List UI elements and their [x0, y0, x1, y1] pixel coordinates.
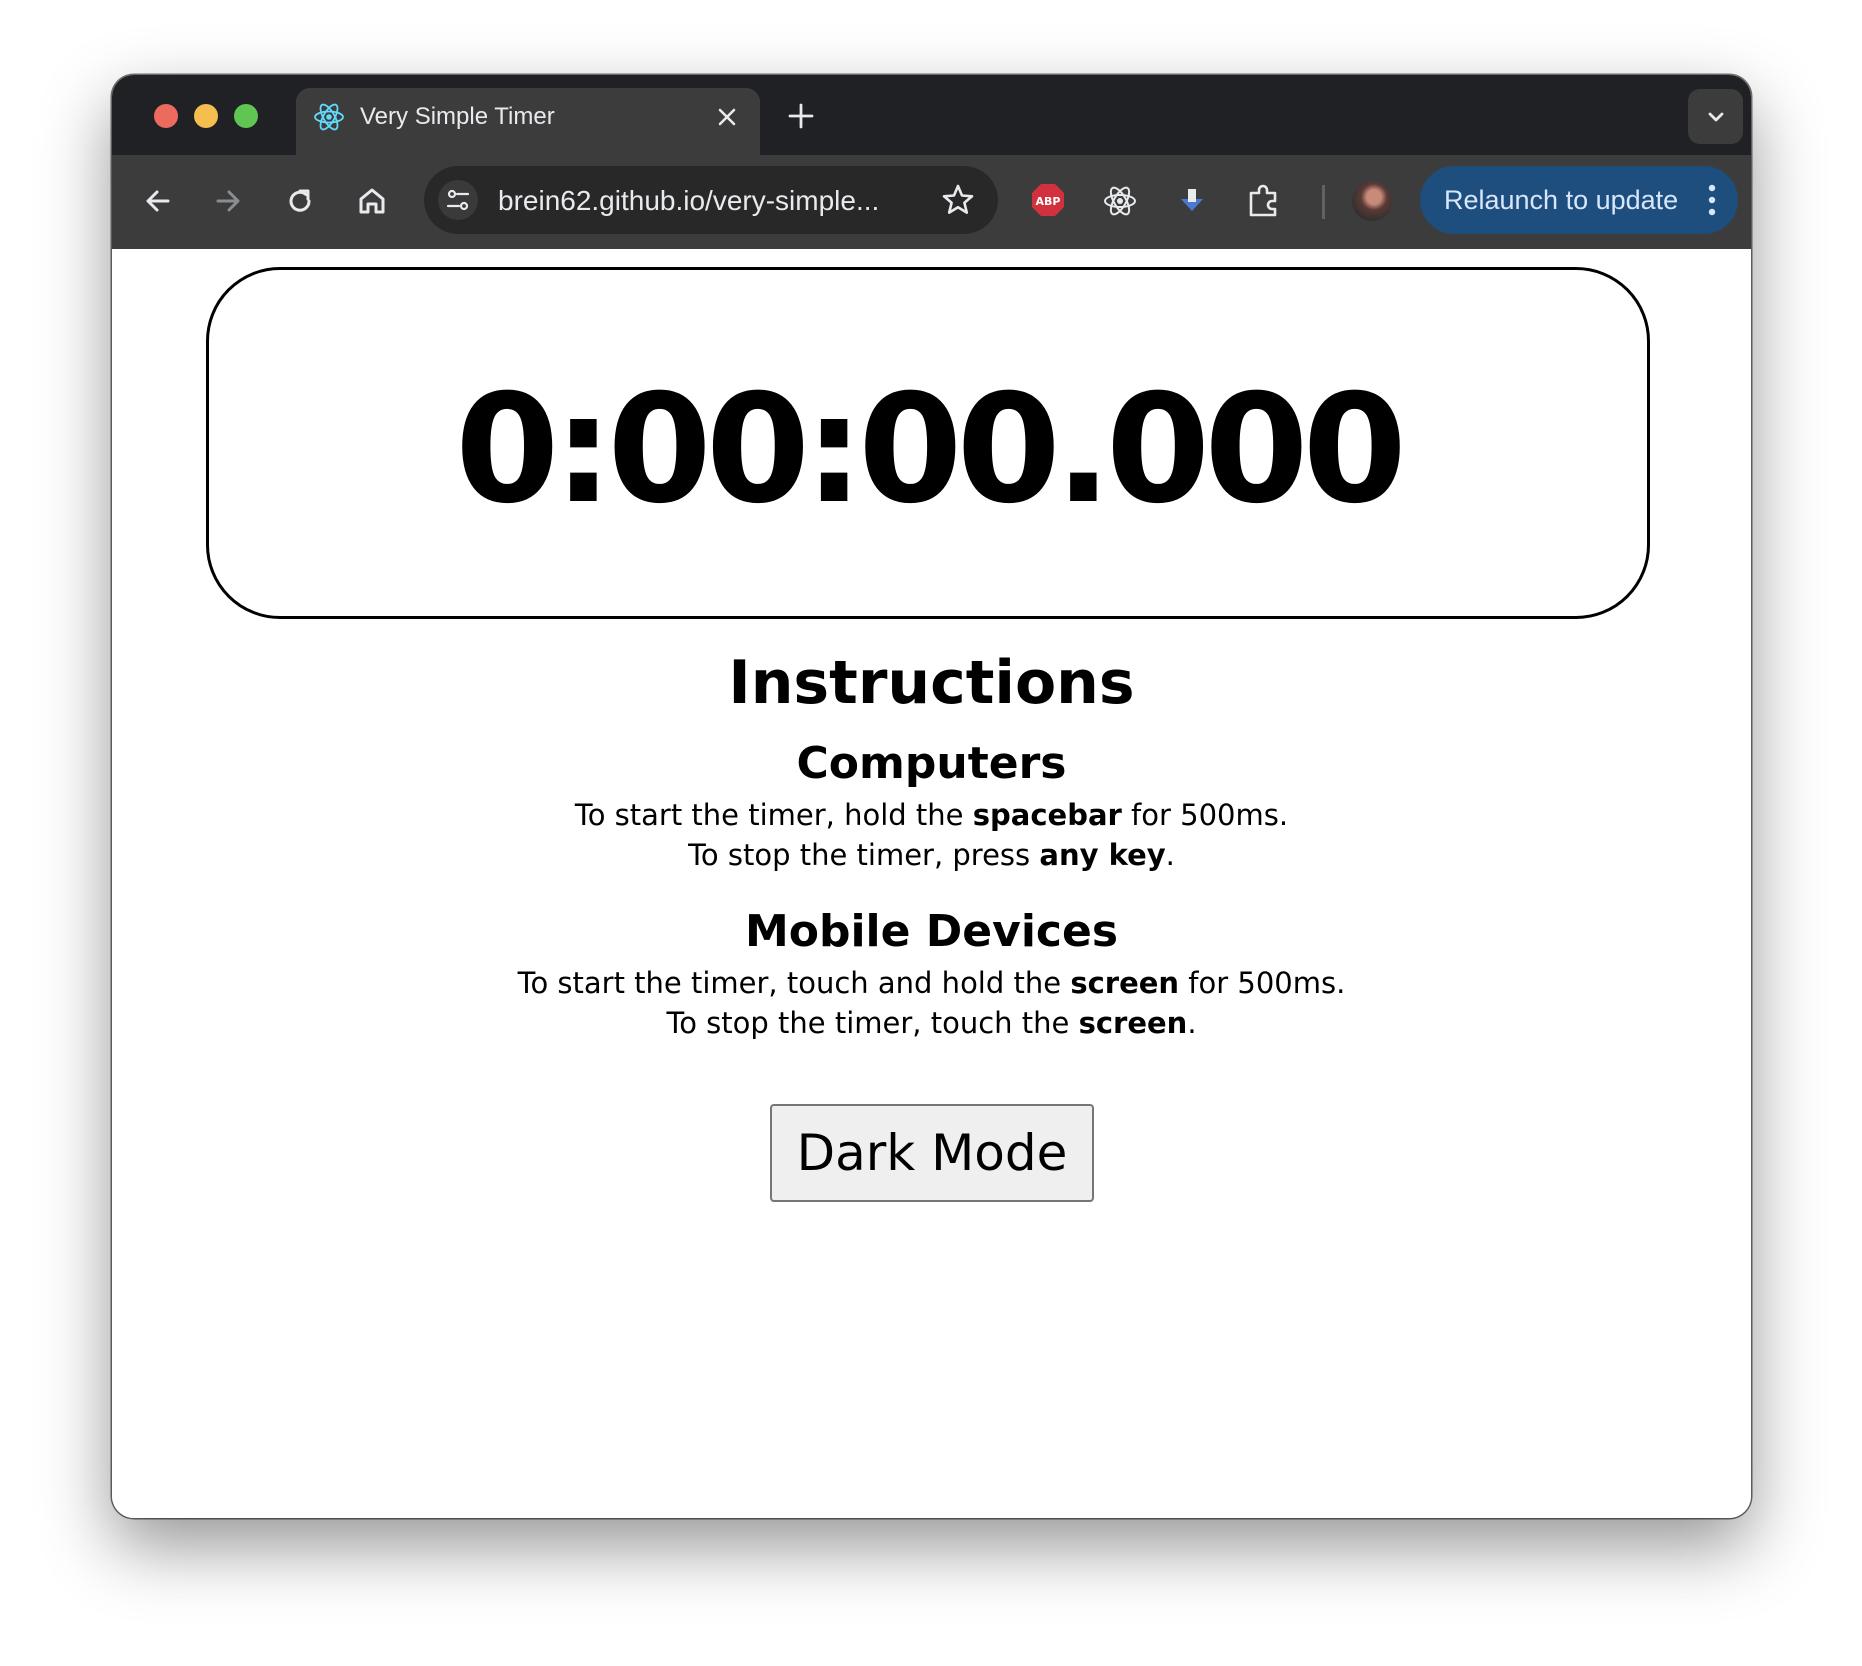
- relaunch-to-update-button[interactable]: Relaunch to update: [1420, 166, 1738, 234]
- avatar[interactable]: [1352, 181, 1392, 221]
- react-devtools-icon[interactable]: [1098, 179, 1142, 223]
- page-content: 0:00:00.000 Instructions Computers To st…: [112, 249, 1751, 1518]
- url-text[interactable]: brein62.github.io/very-simple...: [498, 184, 879, 218]
- browser-toolbar: brein62.github.io/very-simple... ABP Rel…: [112, 155, 1751, 249]
- zoom-window-button[interactable]: [234, 104, 258, 128]
- site-info-tune-icon[interactable]: [438, 180, 478, 220]
- tab-very-simple-timer[interactable]: Very Simple Timer: [296, 88, 760, 155]
- new-tab-icon[interactable]: [784, 99, 818, 133]
- tab-strip: Very Simple Timer: [112, 75, 1751, 155]
- tab-search-button[interactable]: [1688, 89, 1743, 144]
- timer-display: 0:00:00.000: [455, 363, 1407, 537]
- close-window-button[interactable]: [154, 104, 178, 128]
- back-arrow-icon[interactable]: [138, 181, 178, 221]
- toolbar-divider: [1322, 185, 1325, 219]
- tab-title: Very Simple Timer: [360, 103, 555, 130]
- instructions-heading: Instructions: [728, 648, 1135, 718]
- dark-mode-button[interactable]: Dark Mode: [770, 1104, 1094, 1202]
- address-bar[interactable]: brein62.github.io/very-simple...: [424, 166, 998, 234]
- bookmark-star-icon[interactable]: [940, 182, 976, 218]
- abp-icon[interactable]: ABP: [1030, 182, 1066, 218]
- close-tab-icon[interactable]: [712, 102, 742, 132]
- computers-start-line: To start the timer, hold the spacebar fo…: [574, 798, 1289, 832]
- computers-instructions: To start the timer, hold the spacebar fo…: [112, 795, 1751, 875]
- reload-icon[interactable]: [280, 181, 320, 221]
- mobile-stop-line: To stop the timer, touch the screen.: [666, 1006, 1197, 1040]
- browser-window: Very Simple Timer brein62.github.io/very…: [112, 75, 1751, 1518]
- computers-heading: Computers: [796, 738, 1067, 789]
- minimize-window-button[interactable]: [194, 104, 218, 128]
- svg-text:ABP: ABP: [1036, 195, 1061, 208]
- computers-stop-line: To stop the timer, press any key.: [688, 838, 1175, 872]
- mobile-instructions: To start the timer, touch and hold the s…: [112, 963, 1751, 1043]
- chevron-down-icon: [1708, 112, 1724, 122]
- mobile-devices-heading: Mobile Devices: [744, 906, 1119, 957]
- mobile-start-line: To start the timer, touch and hold the s…: [517, 966, 1346, 1000]
- forward-arrow-icon[interactable]: [208, 181, 248, 221]
- download-icon[interactable]: [1170, 179, 1214, 223]
- timer-panel[interactable]: 0:00:00.000: [206, 267, 1650, 619]
- puzzle-extensions-icon[interactable]: [1242, 179, 1286, 223]
- kebab-menu-icon[interactable]: [1708, 182, 1716, 218]
- home-icon[interactable]: [352, 181, 392, 221]
- react-atom-icon: [312, 100, 346, 134]
- relaunch-label: Relaunch to update: [1444, 185, 1679, 215]
